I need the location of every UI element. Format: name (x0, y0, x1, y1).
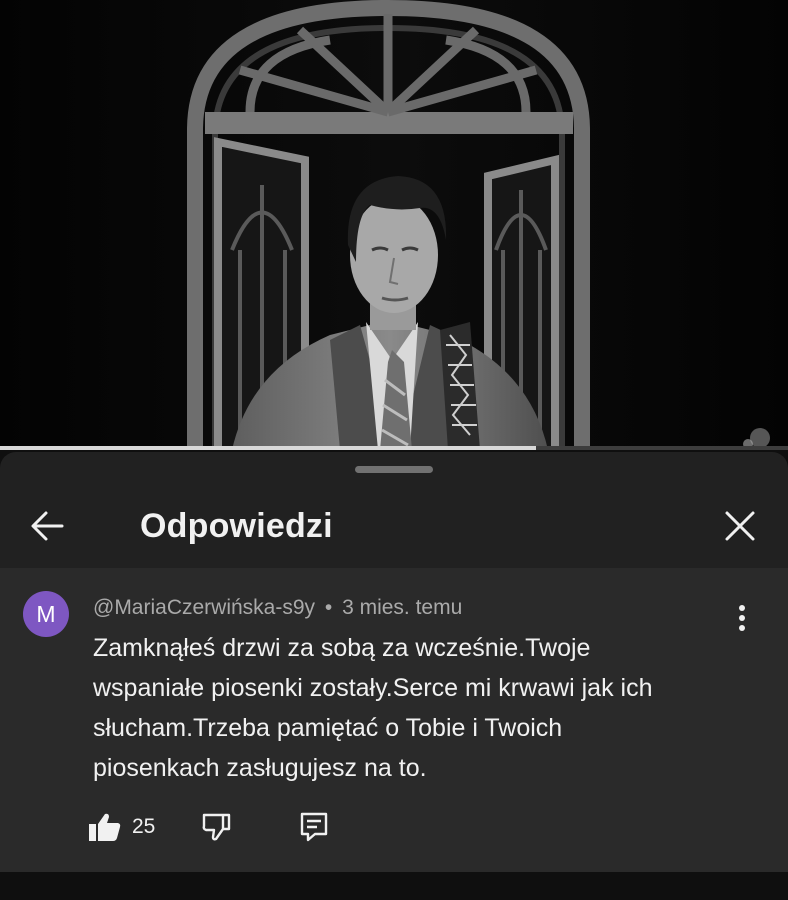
thumbs-down-icon (202, 813, 231, 841)
close-icon (725, 511, 755, 541)
dislike-button[interactable] (202, 805, 232, 849)
close-button[interactable] (714, 500, 766, 552)
thumbs-up-filled-icon (89, 813, 121, 841)
video-frame (0, 0, 788, 450)
comment-item: M @MariaCzerwińska-s9y • 3 mies. temu Za… (0, 568, 788, 872)
reply-comment-icon (300, 812, 328, 842)
video-player[interactable] (0, 0, 788, 450)
avatar-letter: M (36, 600, 56, 627)
avatar[interactable]: M (23, 591, 69, 637)
comment-meta: @MariaCzerwińska-s9y • 3 mies. temu (93, 596, 462, 620)
comment-text: Zamknąłeś drzwi za sobą za wcześnie.Twoj… (93, 634, 653, 782)
meta-separator: • (324, 596, 333, 619)
drag-handle[interactable] (355, 466, 433, 473)
arrow-left-icon (31, 511, 64, 541)
comment-author[interactable]: @MariaCzerwińska-s9y (93, 596, 315, 619)
comment-time: 3 mies. temu (342, 596, 463, 619)
comment-menu-button[interactable] (722, 598, 762, 638)
sheet-footer (0, 872, 788, 900)
video-progress-bar[interactable] (0, 446, 788, 450)
reply-button[interactable] (300, 805, 328, 849)
sheet-title: Odpowiedzi (140, 507, 333, 545)
sheet-header: Odpowiedzi (0, 482, 788, 568)
comment-actions: 25 (88, 805, 388, 849)
video-progress-fill (0, 446, 536, 450)
more-vertical-icon (739, 605, 745, 631)
replies-sheet: Odpowiedzi M @MariaCzerwińska-s9y • 3 mi… (0, 452, 788, 900)
like-button[interactable]: 25 (88, 805, 155, 849)
like-count: 25 (132, 815, 156, 838)
back-button[interactable] (22, 500, 74, 552)
